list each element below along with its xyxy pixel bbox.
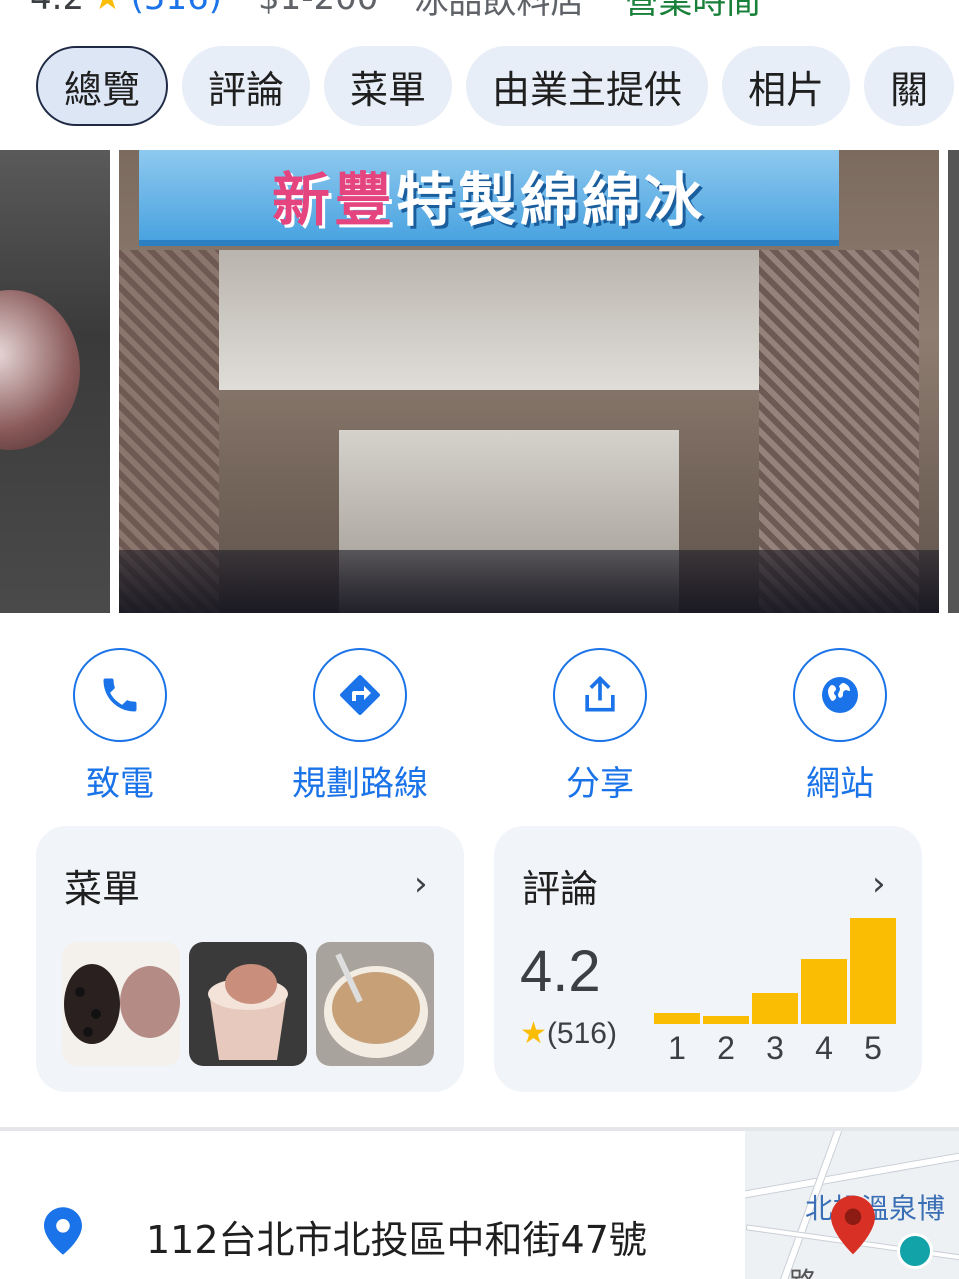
chevron-right-icon: ›	[872, 864, 886, 904]
chevron-right-icon: ›	[414, 864, 428, 904]
store-sign-product: 特製綿綿冰	[396, 166, 707, 234]
share-label: 分享	[566, 764, 634, 804]
rating-bar-5	[850, 918, 896, 1024]
menu-card[interactable]: 菜單 ›	[36, 826, 464, 1092]
map-marker-icon	[831, 1195, 875, 1259]
menu-photo-1[interactable]	[62, 942, 180, 1066]
star-icon: ★	[520, 1017, 547, 1050]
tab-reviews[interactable]: 評論	[182, 46, 311, 126]
call-button[interactable]: 致電	[0, 648, 240, 805]
tab-menu[interactable]: 菜單	[324, 46, 453, 126]
ice-cream-cup-shape	[0, 290, 80, 450]
tab-overview[interactable]: 總覽	[36, 46, 169, 126]
place-category[interactable]: 冰品飲料店	[414, 0, 584, 23]
tab-overview-label: 總覽	[64, 67, 141, 112]
rating-bar-label-3: 3	[766, 1030, 784, 1066]
website-icon	[793, 648, 887, 742]
tab-bar: 總覽 評論 菜單 由業主提供 相片 關	[36, 46, 955, 126]
rating-bar-2	[703, 1016, 749, 1024]
storefront-scooters	[119, 550, 939, 613]
photo-ice-cream-cup[interactable]	[0, 150, 110, 613]
location-pin-icon	[44, 1207, 82, 1259]
average-rating: 4.2	[520, 939, 601, 1004]
reviews-card[interactable]: 評論 › 4.2 ★(516) 12345	[494, 826, 922, 1092]
action-bar: 致電 規劃路線 分享 網站	[0, 648, 959, 808]
rating-bar-label-1: 1	[668, 1030, 686, 1066]
museum-icon	[897, 1233, 933, 1269]
reviews-card-title: 評論	[522, 867, 599, 911]
rating-bar-1	[654, 1013, 700, 1024]
tab-more[interactable]: 關	[864, 46, 955, 126]
tab-reviews-label: 評論	[208, 67, 285, 112]
rating-bar-label-2: 2	[717, 1030, 735, 1066]
share-icon	[553, 648, 647, 742]
rating-bar-3	[752, 993, 798, 1024]
call-label: 致電	[86, 764, 154, 804]
phone-icon	[73, 648, 167, 742]
directions-icon	[313, 648, 407, 742]
star-icon: ★	[92, 0, 122, 18]
share-button[interactable]: 分享	[480, 648, 720, 805]
photo-carousel[interactable]: 新豐特製綿綿冰	[0, 150, 959, 613]
tab-menu-label: 菜單	[350, 67, 427, 112]
header-review-count[interactable]: (516)	[131, 0, 222, 18]
review-count-value: (516)	[546, 1017, 617, 1050]
photo-storefront[interactable]: 新豐特製綿綿冰	[119, 150, 939, 613]
menu-photo-2[interactable]	[189, 942, 307, 1066]
store-sign-brand: 新豐	[271, 166, 396, 234]
map-thumbnail[interactable]: 北投溫泉博 路	[745, 1131, 959, 1279]
rating-bar-label-5: 5	[864, 1030, 882, 1066]
menu-card-title: 菜單	[64, 867, 141, 911]
tab-photos-label: 相片	[748, 67, 825, 112]
address-row[interactable]: 112台北市北投區中和街47號 北投溫泉博 路	[0, 1131, 959, 1279]
menu-photo-3[interactable]	[316, 942, 434, 1066]
rating-bar-label-4: 4	[815, 1030, 833, 1066]
header-rating: 4.2	[30, 0, 84, 18]
directions-button[interactable]: 規劃路線	[240, 648, 480, 805]
price-range: $1-200	[258, 0, 378, 18]
address-text[interactable]: 112台北市北投區中和街47號	[146, 1209, 647, 1264]
website-label: 網站	[806, 764, 874, 804]
opening-hours[interactable]: 營業時間	[624, 0, 760, 23]
rating-bar-4	[801, 959, 847, 1024]
map-street-label: 路	[789, 1261, 817, 1279]
rating-distribution-chart	[654, 918, 904, 1024]
tab-photos[interactable]: 相片	[722, 46, 851, 126]
tab-from-owner-label: 由業主提供	[492, 67, 683, 112]
tab-more-label: 關	[890, 67, 929, 112]
photo-next-partial[interactable]	[948, 150, 959, 613]
place-summary-line: 4.2 ★ (516) $1-200 冰品飲料店 營業時間	[30, 0, 760, 22]
directions-label: 規劃路線	[292, 764, 428, 804]
website-button[interactable]: 網站	[720, 648, 959, 805]
map-place-label: 北投溫泉博	[805, 1192, 946, 1225]
review-count: ★(516)	[520, 1016, 617, 1051]
store-sign: 新豐特製綿綿冰	[139, 150, 839, 246]
tab-from-owner[interactable]: 由業主提供	[466, 46, 709, 126]
storefront-ceiling	[209, 250, 769, 390]
